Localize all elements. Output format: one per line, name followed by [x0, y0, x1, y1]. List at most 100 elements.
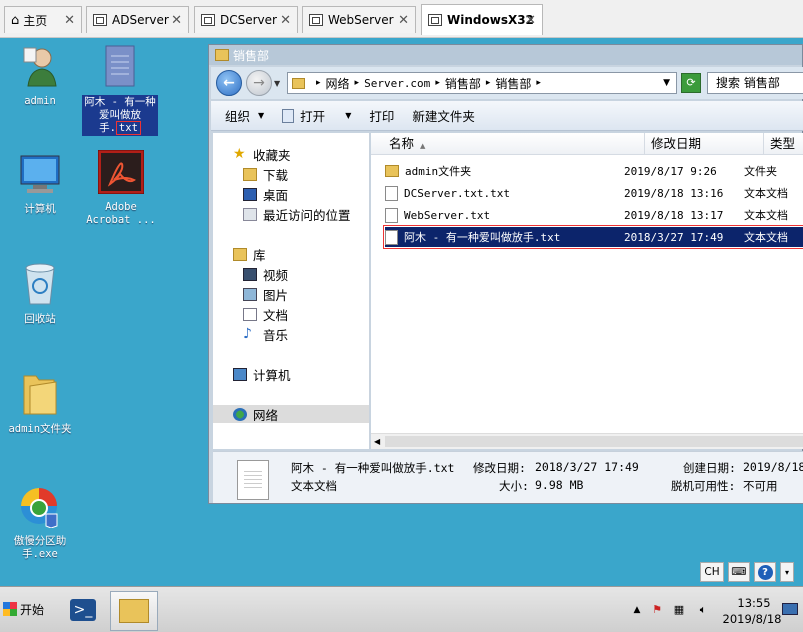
details-modified-label: 修改日期:	[473, 461, 526, 475]
column-header-date[interactable]: 修改日期	[645, 133, 764, 155]
nav-videos[interactable]: 视频	[243, 265, 288, 283]
file-type: 文件夹	[744, 165, 777, 178]
new-folder-button[interactable]: 新建文件夹	[412, 106, 475, 125]
nav-network[interactable]: 网络	[213, 405, 369, 423]
nav-downloads[interactable]: 下载	[243, 165, 288, 183]
show-hidden-icons[interactable]: ▲	[630, 603, 644, 617]
window-title-bar[interactable]: 销售部	[209, 45, 802, 65]
windows-logo-icon	[3, 602, 17, 616]
details-filename: 阿木 - 有一种爱叫做放手.txt	[291, 461, 455, 475]
nav-music[interactable]: ♪ 音乐	[243, 325, 288, 343]
chevron-right-icon[interactable]: ▸	[435, 78, 440, 88]
tab-webserver[interactable]: WebServer ✕	[302, 6, 416, 33]
chevron-right-icon[interactable]: ▸	[355, 78, 360, 88]
keyboard-icon[interactable]: ⌨	[728, 562, 750, 582]
address-dropdown-icon[interactable]: ▼	[663, 78, 670, 88]
nav-documents[interactable]: 文档	[243, 305, 288, 323]
desktop-icon-admin-folder[interactable]: admin文件夹	[2, 370, 78, 436]
star-icon: ★	[233, 145, 246, 162]
breadcrumb-network[interactable]: 网络	[326, 75, 350, 92]
chevron-right-icon[interactable]: ▸	[316, 78, 321, 88]
close-icon[interactable]: ✕	[171, 13, 182, 28]
tab-windowsx32[interactable]: WindowsX32 ✕	[421, 4, 543, 35]
scrollbar-thumb[interactable]	[385, 436, 803, 447]
close-icon[interactable]: ✕	[398, 13, 409, 28]
recent-pages-dropdown[interactable]: ▼	[274, 79, 280, 88]
file-type: 文本文档	[744, 187, 788, 200]
recycle-bin-icon	[25, 263, 55, 305]
text-file-icon	[385, 185, 398, 201]
close-icon[interactable]: ✕	[525, 13, 536, 28]
file-row[interactable]: admin文件夹 2019/8/17 9:26 文件夹	[385, 161, 803, 181]
horizontal-scrollbar[interactable]: ◀	[371, 433, 803, 449]
back-button[interactable]: ←	[216, 70, 242, 96]
nav-pictures[interactable]: 图片	[243, 285, 288, 303]
file-date: 2019/8/17 9:26	[624, 164, 717, 178]
file-name: admin文件夹	[405, 165, 472, 178]
nav-label: 图片	[263, 287, 289, 303]
desktop-icon-text-file[interactable]: 阿木 - 有一种爱叫做放手. txt	[82, 44, 158, 136]
tab-home[interactable]: ⌂ 主页 ✕	[4, 6, 82, 33]
folder-icon	[292, 77, 305, 89]
column-header-name[interactable]: 名称 ▲	[371, 133, 645, 155]
partition-assistant-icon	[21, 488, 58, 529]
chevron-right-icon[interactable]: ▸	[536, 78, 541, 88]
show-desktop-icon[interactable]	[782, 603, 798, 615]
search-input[interactable]: 搜索 销售部	[707, 72, 803, 94]
action-center-icon[interactable]: ⚑	[650, 603, 664, 617]
tab-dcserver[interactable]: DCServer ✕	[194, 6, 298, 33]
desktop-icon-label[interactable]: 阿木 - 有一种爱叫做放手. txt	[82, 95, 158, 136]
close-icon[interactable]: ✕	[280, 13, 291, 28]
breadcrumb-share[interactable]: 销售部	[445, 75, 481, 92]
language-bar-options-icon[interactable]: ▾	[780, 562, 794, 582]
document-icon	[282, 108, 295, 123]
breadcrumb-current[interactable]: 销售部	[495, 75, 531, 92]
details-size-value: 9.98 MB	[535, 478, 584, 492]
home-icon: ⌂	[11, 12, 20, 28]
nav-libraries[interactable]: 库	[233, 245, 266, 263]
input-language-button[interactable]: CH	[700, 562, 724, 582]
nav-label: 桌面	[263, 187, 289, 203]
desktop-icon-recycle-bin[interactable]: 回收站	[2, 260, 78, 326]
nav-desktop[interactable]: 桌面	[243, 185, 288, 203]
forward-button[interactable]: →	[246, 70, 272, 96]
desktop-icon-admin[interactable]: admin	[2, 44, 78, 108]
clock-time[interactable]: 13:55	[724, 596, 784, 610]
scroll-left-icon[interactable]: ◀	[374, 437, 380, 446]
network-icon	[233, 407, 247, 421]
sort-ascending-icon: ▲	[420, 142, 426, 150]
help-icon[interactable]: ?	[754, 562, 776, 582]
taskbar: 开始 >_ ▲ ⚑ ▦ 🔈︎ 13:55 2019/8/18	[0, 586, 803, 632]
network-status-icon[interactable]: ▦	[672, 603, 686, 617]
file-date: 2019/8/18 13:17	[624, 208, 724, 222]
chevron-down-icon[interactable]: ▼	[345, 111, 351, 120]
taskbar-powershell[interactable]: >_	[62, 592, 104, 628]
file-row[interactable]: WebServer.txt 2019/8/18 13:17 文本文档	[385, 205, 803, 225]
text-file-icon	[385, 207, 398, 223]
refresh-button[interactable]: ⟳	[681, 73, 701, 93]
desktop-icon-computer[interactable]: 计算机	[2, 152, 78, 216]
start-button[interactable]: 开始	[3, 597, 50, 621]
desktop-icon-partition-assistant[interactable]: 傲慢分区助手.exe	[2, 484, 78, 561]
column-header-type[interactable]: 类型	[764, 133, 803, 155]
details-pane: 阿木 - 有一种爱叫做放手.txt 修改日期: 2018/3/27 17:49 …	[213, 451, 803, 503]
file-row[interactable]: DCServer.txt.txt 2019/8/18 13:16 文本文档	[385, 183, 803, 203]
details-created-label: 创建日期:	[683, 461, 736, 475]
clock-date[interactable]: 2019/8/18	[720, 612, 784, 626]
taskbar-explorer[interactable]	[110, 591, 158, 631]
nav-computer[interactable]: 计算机	[233, 365, 291, 383]
desktop-icon-acrobat[interactable]: Adobe Acrobat ...	[83, 149, 159, 227]
print-button[interactable]: 打印	[369, 106, 394, 125]
organize-button[interactable]: 组织 ▼	[225, 106, 264, 125]
file-row-selected[interactable]: 阿木 - 有一种爱叫做放手.txt 2018/3/27 17:49 文本文档	[383, 225, 803, 249]
window-title: 销售部	[233, 48, 270, 63]
tab-adserver[interactable]: ADServer ✕	[86, 6, 189, 33]
address-bar[interactable]: ▸ 网络 ▸ Server.com ▸ 销售部 ▸ 销售部 ▸ ▼	[287, 72, 677, 94]
close-icon[interactable]: ✕	[64, 13, 75, 28]
volume-icon[interactable]: 🔈︎	[696, 603, 710, 617]
breadcrumb-server[interactable]: Server.com	[364, 77, 430, 90]
nav-favorites[interactable]: ★ 收藏夹	[233, 145, 291, 163]
open-button[interactable]: 打开 ▼	[282, 106, 351, 125]
nav-recent-places[interactable]: 最近访问的位置	[243, 205, 351, 223]
chevron-right-icon[interactable]: ▸	[486, 78, 491, 88]
